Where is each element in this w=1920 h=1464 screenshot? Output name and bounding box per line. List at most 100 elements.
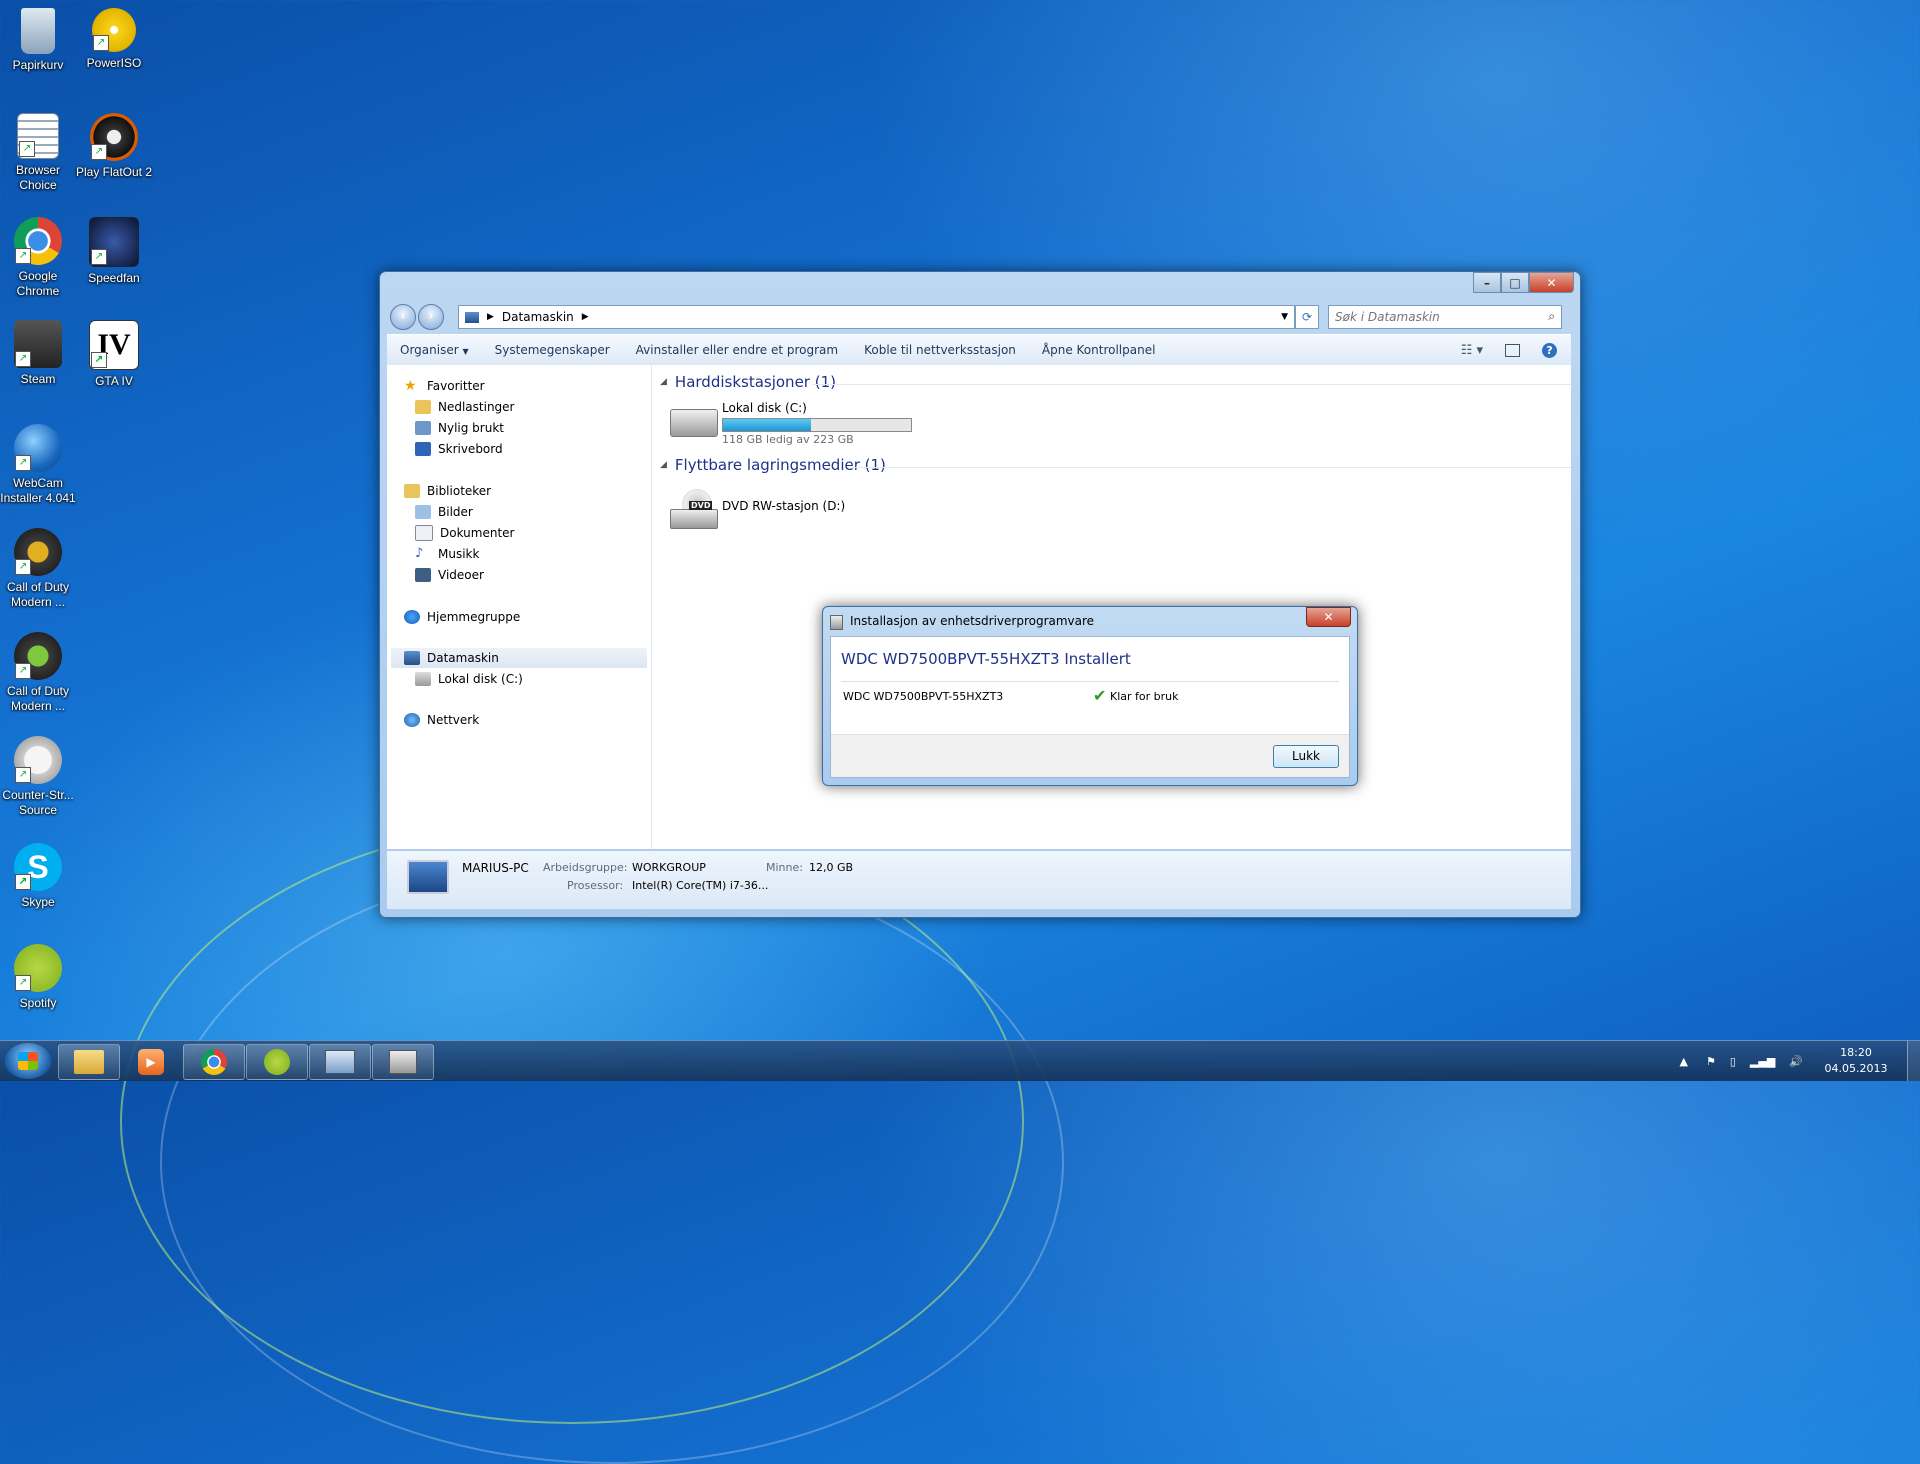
nav-label: Nettverk: [427, 713, 479, 727]
memory-label: Minne:: [766, 861, 803, 874]
help-icon[interactable]: ?: [1542, 343, 1557, 358]
drive-c-item[interactable]: Lokal disk (C:) 118 GB ledig av 223 GB: [670, 401, 930, 445]
spotify-icon: ↗: [14, 944, 62, 992]
dialog-heading: WDC WD7500BPVT-55HXZT3 Installert: [841, 650, 1131, 668]
start-button[interactable]: [5, 1043, 51, 1079]
maximize-button[interactable]: □: [1501, 272, 1529, 293]
preview-pane-icon[interactable]: [1505, 344, 1520, 357]
nav-pictures[interactable]: Bilder: [415, 503, 473, 521]
nav-libraries[interactable]: Biblioteker: [404, 482, 491, 500]
wallpaper-streak: [160, 860, 1064, 1464]
clock-date: 04.05.2013: [1819, 1061, 1893, 1077]
nav-network[interactable]: Nettverk: [404, 711, 479, 729]
workgroup-value: WORKGROUP: [632, 861, 706, 874]
star-icon: ★: [404, 379, 420, 393]
shortcut-arrow-icon: ↗: [91, 352, 107, 368]
open-control-panel-button[interactable]: Åpne Kontrollpanel: [1029, 343, 1169, 357]
desktop-icon-gta4[interactable]: IV↗ GTA IV: [73, 320, 155, 389]
search-box[interactable]: ⌕: [1328, 305, 1562, 329]
group-removable[interactable]: ◢ Flyttbare lagringsmedier (1): [660, 456, 1560, 474]
folder-icon: [74, 1050, 104, 1074]
pc-name: MARIUS-PC: [462, 861, 529, 875]
taskbar-explorer[interactable]: [58, 1044, 120, 1080]
minimize-button[interactable]: –: [1473, 272, 1501, 293]
counter-strike-icon: ↗: [14, 736, 62, 784]
uninstall-program-button[interactable]: Avinstaller eller endre et program: [623, 343, 851, 357]
show-hidden-icons-icon[interactable]: ▲: [1680, 1055, 1688, 1068]
chrome-icon: [201, 1049, 227, 1075]
group-divider: [812, 384, 1571, 385]
taskbar-device-installer[interactable]: [372, 1044, 434, 1080]
desktop-icon-poweriso[interactable]: ↗ PowerISO: [73, 8, 155, 71]
nav-downloads[interactable]: Nedlastinger: [415, 398, 515, 416]
taskbar-chrome[interactable]: [183, 1044, 245, 1080]
shortcut-arrow-icon: ↗: [15, 663, 31, 679]
nav-label: Musikk: [438, 547, 479, 561]
system-properties-button[interactable]: Systemegenskaper: [482, 343, 623, 357]
taskbar: ▶ ▲ ⚑ ▯ ▂▄▆ 🔊 18:20 04.05.2013: [0, 1040, 1920, 1081]
group-hard-drives[interactable]: ◢ Harddiskstasjoner (1): [660, 373, 1560, 391]
volume-icon[interactable]: 🔊: [1789, 1055, 1803, 1068]
desktop-icon-spotify[interactable]: ↗ Spotify: [0, 944, 79, 1011]
organize-button[interactable]: Organiser ▼: [387, 343, 482, 357]
address-dropdown-icon[interactable]: ▼: [1281, 312, 1288, 322]
search-input[interactable]: [1329, 306, 1537, 328]
desktop-icon-browser-choice[interactable]: ↗ Browser Choice: [0, 113, 79, 193]
processor-label: Prosessor:: [567, 879, 623, 892]
call-of-duty-icon: ↗: [14, 528, 62, 576]
desktop-icon-steam[interactable]: ↗ Steam: [0, 320, 79, 387]
desktop-icon-cod-2[interactable]: ↗ Call of Duty Modern ...: [0, 632, 79, 714]
nav-label: Dokumenter: [440, 526, 514, 540]
hard-drive-icon: [415, 672, 431, 686]
nav-homegroup[interactable]: Hjemmegruppe: [404, 608, 520, 626]
breadcrumb-computer[interactable]: Datamaskin: [502, 310, 574, 324]
search-icon[interactable]: ⌕: [1548, 309, 1555, 324]
desktop-icon-recycle-bin[interactable]: Papirkurv: [0, 8, 79, 73]
show-desktop-button[interactable]: [1907, 1041, 1920, 1081]
forward-button[interactable]: ›: [418, 304, 444, 330]
drive-d-item[interactable]: DVD DVD RW-stasjon (D:): [670, 485, 930, 533]
desktop-icon-speedfan[interactable]: ↗ Speedfan: [73, 217, 155, 286]
nav-local-disk[interactable]: Lokal disk (C:): [415, 670, 523, 688]
recycle-bin-icon: [21, 8, 55, 54]
taskbar-control-panel[interactable]: [309, 1044, 371, 1080]
shortcut-arrow-icon: ↗: [91, 144, 107, 160]
nav-favorites[interactable]: ★Favoritter: [404, 377, 485, 395]
nav-recent[interactable]: Nylig brukt: [415, 419, 504, 437]
network-signal-icon[interactable]: ▂▄▆: [1750, 1055, 1775, 1068]
nav-computer[interactable]: Datamaskin: [404, 649, 499, 667]
lukk-button[interactable]: Lukk: [1273, 745, 1339, 768]
clock[interactable]: 18:20 04.05.2013: [1819, 1045, 1893, 1077]
device-icon[interactable]: ▯: [1730, 1055, 1736, 1068]
nav-music[interactable]: ♪Musikk: [415, 545, 479, 563]
nav-documents[interactable]: Dokumenter: [415, 524, 514, 542]
address-bar[interactable]: ▶ Datamaskin ▶ ▼: [458, 305, 1295, 329]
close-button[interactable]: ✕: [1529, 272, 1574, 293]
downloads-folder-icon: [415, 400, 431, 414]
desktop-icon-flatout[interactable]: ↗ Play FlatOut 2: [73, 113, 155, 180]
nav-desktop[interactable]: Skrivebord: [415, 440, 503, 458]
device-name: WDC WD7500BPVT-55HXZT3: [843, 690, 1003, 703]
desktop-icon-webcam[interactable]: ↗ WebCam Installer 4.041: [0, 424, 79, 506]
nav-videos[interactable]: Videoer: [415, 566, 484, 584]
taskbar-media-player[interactable]: ▶: [120, 1044, 182, 1080]
desktop-icon-chrome[interactable]: ↗ Google Chrome: [0, 217, 79, 299]
taskbar-spotify[interactable]: [246, 1044, 308, 1080]
back-button[interactable]: ‹: [390, 304, 416, 330]
driver-install-dialog: Installasjon av enhetsdriverprogramvare …: [822, 606, 1358, 786]
view-options-icon[interactable]: ☷ ▾: [1461, 343, 1483, 358]
map-network-drive-button[interactable]: Koble til nettverksstasjon: [851, 343, 1029, 357]
nav-label: Nylig brukt: [438, 421, 504, 435]
control-panel-icon: [325, 1050, 355, 1074]
action-center-flag-icon[interactable]: ⚑: [1706, 1055, 1716, 1068]
desktop-icon-counter-strike[interactable]: ↗ Counter-Str... Source: [0, 736, 79, 818]
desktop-icon-skype[interactable]: S↗ Skype: [0, 843, 79, 910]
dialog-divider: [841, 681, 1339, 682]
device-installer-icon: [830, 615, 843, 630]
desktop-icon-cod-1[interactable]: ↗ Call of Duty Modern ...: [0, 528, 79, 610]
dialog-close-button[interactable]: ✕: [1306, 607, 1351, 627]
nav-label: Skrivebord: [438, 442, 503, 456]
details-pane: MARIUS-PC Arbeidsgruppe: WORKGROUP Minne…: [387, 850, 1571, 909]
breadcrumb-arrow-icon: ▶: [487, 312, 494, 322]
refresh-icon[interactable]: ⟳: [1295, 305, 1319, 329]
